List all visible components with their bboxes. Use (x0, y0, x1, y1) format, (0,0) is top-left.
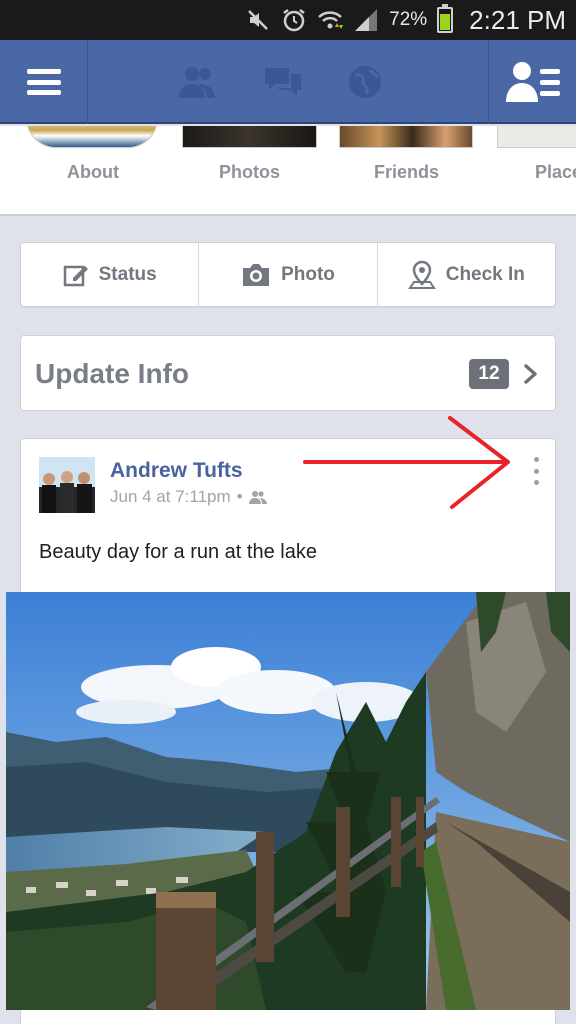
photo-button[interactable]: Photo (199, 243, 378, 306)
wifi-icon (317, 7, 344, 33)
status-bar: 72% 2:21 PM (0, 0, 576, 40)
avatar[interactable] (39, 457, 95, 513)
alarm-icon (281, 7, 307, 33)
post-text: Beauty day for a run at the lake (39, 541, 317, 563)
more-options-icon[interactable] (531, 457, 541, 485)
post-meta: Jun 4 at 7:11pm • (110, 487, 267, 507)
check-in-label: Check In (445, 263, 525, 285)
composer-bar: Status Photo Check In (20, 242, 556, 307)
tab-about[interactable]: About (67, 162, 119, 183)
chevron-right-icon (524, 364, 537, 384)
status-label: Status (98, 263, 157, 285)
places-map-thumbnail (497, 126, 576, 148)
battery-percent: 72% (389, 9, 428, 30)
check-in-button[interactable]: Check In (378, 243, 555, 306)
location-pin-icon (407, 260, 436, 289)
notifications-globe-icon[interactable] (345, 62, 385, 107)
tab-places[interactable]: Place (535, 162, 576, 183)
photo-label: Photo (281, 263, 335, 285)
friends-list-icon (505, 62, 560, 102)
battery-icon (437, 4, 454, 33)
post-timestamp[interactable]: Jun 4 at 7:11pm (110, 487, 231, 507)
messages-icon[interactable] (261, 62, 305, 107)
mute-icon (245, 7, 271, 33)
friend-requests-icon[interactable] (175, 62, 221, 107)
status-button[interactable]: Status (21, 243, 200, 306)
post-author-name[interactable]: Andrew Tufts (110, 459, 243, 483)
edit-icon (63, 265, 88, 286)
about-thumbnail (26, 126, 158, 148)
update-info-row[interactable]: Update Info 12 (20, 335, 556, 411)
tab-friends[interactable]: Friends (374, 162, 439, 183)
meta-separator: • (236, 487, 243, 506)
update-count-badge: 12 (469, 359, 509, 389)
clock: 2:21 PM (469, 4, 566, 35)
signal-icon (353, 7, 379, 33)
post-photo[interactable] (6, 592, 570, 1010)
tab-photos[interactable]: Photos (219, 162, 280, 183)
profile-sections: About Photos Friends Place (0, 126, 576, 216)
friends-list-button[interactable] (488, 40, 576, 124)
camera-icon (243, 263, 270, 286)
update-info-title: Update Info (35, 358, 189, 389)
photos-thumbnail (182, 126, 317, 148)
friends-audience-icon (248, 491, 267, 504)
annotation-arrow (303, 416, 510, 509)
top-navbar (0, 40, 576, 124)
menu-icon (26, 69, 61, 95)
friends-thumbnail (339, 126, 473, 148)
menu-button[interactable] (0, 40, 88, 124)
